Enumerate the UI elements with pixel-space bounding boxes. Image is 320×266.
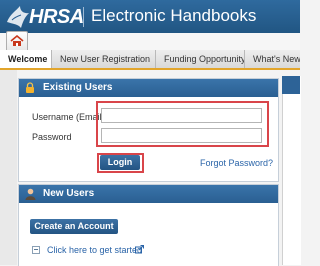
get-started-link[interactable]: Click here to get started [47,245,142,255]
login-highlight-box [97,153,144,173]
forgot-password-link[interactable]: Forgot Password? [200,158,273,168]
create-account-button[interactable]: Create an Account [30,219,118,234]
user-icon [25,188,36,200]
existing-users-title: Existing Users [43,82,113,93]
right-panel-header [282,76,300,94]
tab-new-user-registration[interactable]: New User Registration [52,50,156,68]
tab-welcome[interactable]: Welcome [0,50,52,68]
new-users-title: New Users [43,188,95,199]
left-gutter [0,70,17,265]
home-icon [10,35,24,46]
existing-users-header: Existing Users [19,79,278,97]
right-panel [282,76,301,265]
hrsa-eagle-logo-icon [7,6,29,28]
app-title: Electronic Handbooks [91,6,257,25]
header-divider [83,7,84,27]
sub-bar [0,33,300,50]
new-users-header: New Users [19,185,278,203]
hrsa-logo-text: HRSA [29,6,84,28]
external-link-icon [135,245,144,254]
home-button[interactable] [6,31,28,51]
username-label: Username (Email) [32,112,105,122]
expand-icon[interactable] [32,246,40,254]
lock-icon [26,82,34,93]
password-label: Password [32,132,72,142]
app-header: HRSA Electronic Handbooks [0,0,300,33]
credentials-highlight-box [96,101,269,147]
tab-funding-opportunity[interactable]: Funding Opportunity [156,50,245,68]
main-nav: Welcome New User Registration Funding Op… [0,50,300,70]
tab-whats-new[interactable]: What's New [245,50,300,68]
